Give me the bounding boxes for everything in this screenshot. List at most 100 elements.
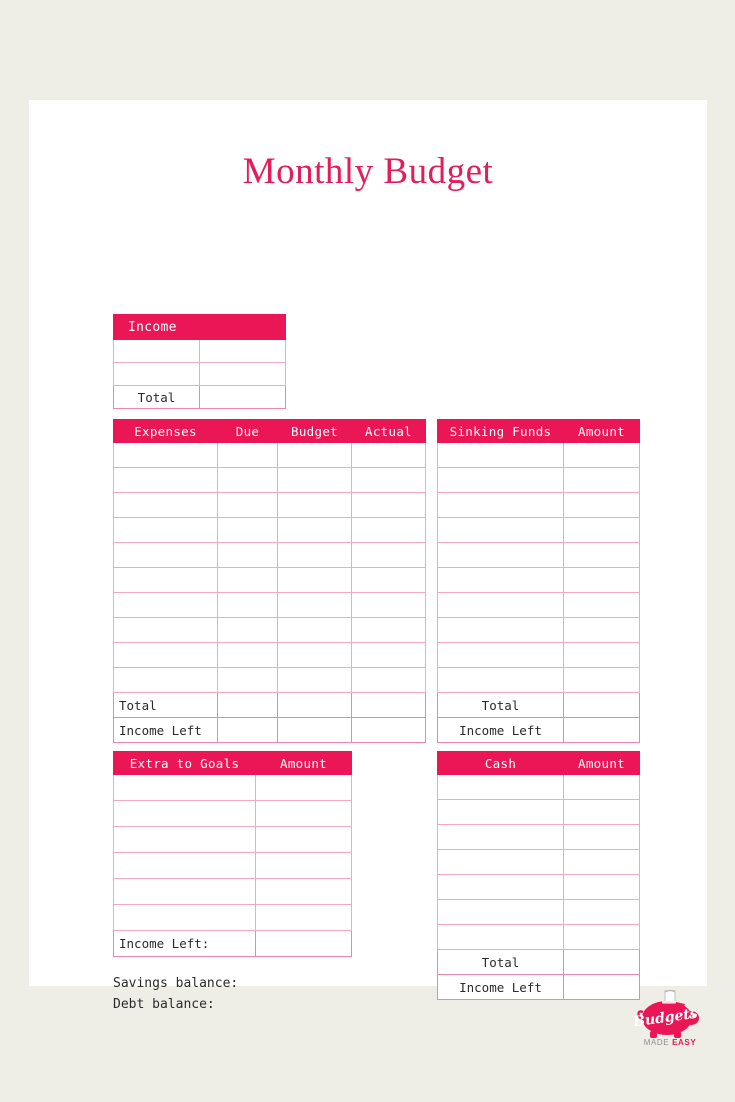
sinking-name-cell[interactable] (437, 517, 564, 543)
cash-name-cell[interactable] (437, 924, 564, 950)
expense-due-cell[interactable] (217, 467, 278, 493)
expense-due-cell[interactable] (217, 517, 278, 543)
expense-actual-cell[interactable] (351, 467, 426, 493)
sinking-name-cell[interactable] (437, 442, 564, 468)
sinking-name-cell[interactable] (437, 492, 564, 518)
expense-name-cell[interactable] (113, 617, 218, 643)
sinking-amount-cell[interactable] (563, 442, 640, 468)
expense-name-cell[interactable] (113, 567, 218, 593)
expense-budget-cell[interactable] (277, 542, 352, 568)
expense-due-cell[interactable] (217, 567, 278, 593)
expense-name-cell[interactable] (113, 592, 218, 618)
cash-amount-cell[interactable] (563, 899, 640, 925)
cash-amount-cell[interactable] (563, 924, 640, 950)
sinking-amount-cell[interactable] (563, 467, 640, 493)
expense-actual-cell[interactable] (351, 442, 426, 468)
cash-amount-cell[interactable] (563, 874, 640, 900)
expense-actual-cell[interactable] (351, 667, 426, 693)
goal-name-cell[interactable] (113, 878, 256, 905)
expense-due-cell[interactable] (217, 617, 278, 643)
goal-amount-cell[interactable] (255, 800, 352, 827)
income-name-cell[interactable] (113, 362, 200, 386)
cash-name-cell[interactable] (437, 849, 564, 875)
sinking-amount-cell[interactable] (563, 592, 640, 618)
sinking-amount-cell[interactable] (563, 642, 640, 668)
sinking-amount-cell[interactable] (563, 567, 640, 593)
expense-budget-cell[interactable] (277, 442, 352, 468)
cash-name-cell[interactable] (437, 774, 564, 800)
income-name-cell[interactable] (113, 339, 200, 363)
expense-budget-cell[interactable] (277, 592, 352, 618)
sinking-name-cell[interactable] (437, 567, 564, 593)
goal-amount-cell[interactable] (255, 852, 352, 879)
expense-actual-cell[interactable] (351, 542, 426, 568)
goals-income-left-value[interactable] (255, 930, 352, 957)
income-total-value[interactable] (198, 385, 287, 409)
cash-name-cell[interactable] (437, 799, 564, 825)
expense-name-cell[interactable] (113, 467, 218, 493)
sinking-amount-cell[interactable] (563, 542, 640, 568)
expense-name-cell[interactable] (113, 667, 218, 693)
expenses-total-actual[interactable] (351, 692, 426, 718)
cash-amount-cell[interactable] (563, 849, 640, 875)
cash-amount-cell[interactable] (563, 824, 640, 850)
sinking-amount-cell[interactable] (563, 492, 640, 518)
expense-budget-cell[interactable] (277, 617, 352, 643)
goal-amount-cell[interactable] (255, 878, 352, 905)
expenses-total-budget[interactable] (277, 692, 352, 718)
cash-name-cell[interactable] (437, 874, 564, 900)
expense-name-cell[interactable] (113, 542, 218, 568)
expenses-income-left-due[interactable] (217, 717, 278, 743)
goal-name-cell[interactable] (113, 800, 256, 827)
expenses-income-left-budget[interactable] (277, 717, 352, 743)
income-amount-cell[interactable] (198, 362, 287, 386)
cash-total-value[interactable] (563, 949, 640, 975)
goal-amount-cell[interactable] (255, 826, 352, 853)
expense-due-cell[interactable] (217, 667, 278, 693)
expense-actual-cell[interactable] (351, 617, 426, 643)
expense-name-cell[interactable] (113, 517, 218, 543)
goal-amount-cell[interactable] (255, 904, 352, 931)
sinking-amount-cell[interactable] (563, 517, 640, 543)
sinking-name-cell[interactable] (437, 592, 564, 618)
sinking-name-cell[interactable] (437, 467, 564, 493)
sinking-name-cell[interactable] (437, 617, 564, 643)
cash-amount-cell[interactable] (563, 774, 640, 800)
expense-name-cell[interactable] (113, 642, 218, 668)
goal-name-cell[interactable] (113, 774, 256, 801)
sinking-amount-cell[interactable] (563, 667, 640, 693)
expense-budget-cell[interactable] (277, 517, 352, 543)
expense-name-cell[interactable] (113, 442, 218, 468)
sinking-name-cell[interactable] (437, 542, 564, 568)
expense-actual-cell[interactable] (351, 567, 426, 593)
sinking-name-cell[interactable] (437, 642, 564, 668)
expense-budget-cell[interactable] (277, 567, 352, 593)
expense-name-cell[interactable] (113, 492, 218, 518)
goal-name-cell[interactable] (113, 904, 256, 931)
sinking-name-cell[interactable] (437, 667, 564, 693)
sinking-total-value[interactable] (563, 692, 640, 718)
expense-actual-cell[interactable] (351, 517, 426, 543)
goal-amount-cell[interactable] (255, 774, 352, 801)
expense-budget-cell[interactable] (277, 667, 352, 693)
sinking-amount-cell[interactable] (563, 617, 640, 643)
expense-budget-cell[interactable] (277, 642, 352, 668)
expense-due-cell[interactable] (217, 592, 278, 618)
expense-budget-cell[interactable] (277, 467, 352, 493)
cash-name-cell[interactable] (437, 824, 564, 850)
expenses-total-due[interactable] (217, 692, 278, 718)
expense-due-cell[interactable] (217, 642, 278, 668)
expense-actual-cell[interactable] (351, 642, 426, 668)
expenses-income-left-actual[interactable] (351, 717, 426, 743)
cash-amount-cell[interactable] (563, 799, 640, 825)
goal-name-cell[interactable] (113, 852, 256, 879)
expense-actual-cell[interactable] (351, 592, 426, 618)
expense-budget-cell[interactable] (277, 492, 352, 518)
cash-name-cell[interactable] (437, 899, 564, 925)
goal-name-cell[interactable] (113, 826, 256, 853)
expense-due-cell[interactable] (217, 542, 278, 568)
sinking-income-left-value[interactable] (563, 717, 640, 743)
expense-due-cell[interactable] (217, 442, 278, 468)
expense-due-cell[interactable] (217, 492, 278, 518)
income-amount-cell[interactable] (198, 339, 287, 363)
